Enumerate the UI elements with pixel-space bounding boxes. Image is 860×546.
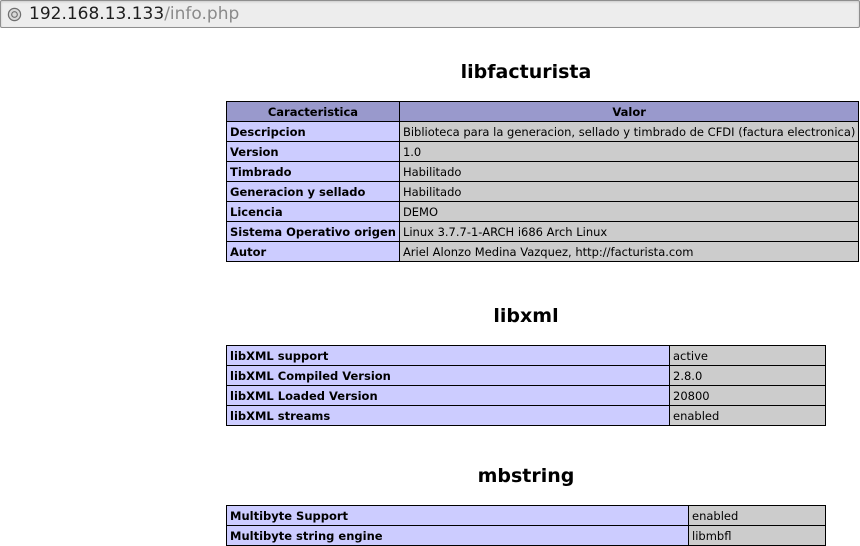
url-host: 192.168.13.133 [29, 4, 165, 24]
row-value: Linux 3.7.7-1-ARCH i686 Arch Linux [398, 221, 860, 242]
section-title-libfacturista: libfacturista [460, 61, 592, 83]
row-key: libXML streams [226, 405, 670, 426]
row-value: 1.0 [398, 141, 860, 162]
mbstring-table: Multibyte Support enabled Multibyte stri… [226, 505, 826, 546]
table-header-row: Caracteristica Valor [226, 101, 860, 122]
table-row: Version 1.0 [226, 141, 860, 162]
row-key: Descripcion [226, 121, 400, 142]
row-key: Autor [226, 241, 400, 262]
table-row: Descripcion Biblioteca para la generacio… [226, 121, 860, 142]
libfacturista-table: Caracteristica Valor Descripcion Bibliot… [226, 101, 860, 262]
libxml-table: libXML support active libXML Compiled Ve… [226, 345, 826, 426]
table-row: Sistema Operativo origen Linux 3.7.7-1-A… [226, 221, 860, 242]
row-value: Biblioteca para la generacion, sellado y… [398, 121, 860, 142]
url-path: /info.php [164, 4, 240, 24]
table-row: Generacion y sellado Habilitado [226, 181, 860, 202]
row-key: Licencia [226, 201, 400, 222]
section-title-libxml: libxml [493, 305, 559, 327]
row-value: 2.8.0 [669, 365, 826, 386]
table-row: libXML streams enabled [226, 405, 826, 426]
globe-icon [7, 7, 22, 22]
row-key: libXML Compiled Version [226, 365, 670, 386]
row-value: Habilitado [398, 181, 860, 202]
column-header: Valor [398, 101, 860, 122]
row-value: 20800 [669, 385, 826, 406]
row-value: DEMO [398, 201, 860, 222]
row-key: Version [226, 141, 400, 162]
table-row: libXML support active [226, 345, 826, 366]
table-row: Multibyte Support enabled [226, 505, 826, 526]
column-header: Caracteristica [226, 101, 400, 122]
table-row: libXML Compiled Version 2.8.0 [226, 365, 826, 386]
table-row: Autor Ariel Alonzo Medina Vazquez, http:… [226, 241, 860, 262]
row-key: Multibyte Support [226, 505, 689, 526]
row-key: Timbrado [226, 161, 400, 182]
row-key: Generacion y sellado [226, 181, 400, 202]
row-value: enabled [688, 505, 826, 526]
row-value: enabled [669, 405, 826, 426]
table-row: Licencia DEMO [226, 201, 860, 222]
table-row: libXML Loaded Version 20800 [226, 385, 826, 406]
row-key: libXML Loaded Version [226, 385, 670, 406]
row-value: Habilitado [398, 161, 860, 182]
row-value: active [669, 345, 826, 366]
row-key: Sistema Operativo origen [226, 221, 400, 242]
url-text[interactable]: 192.168.13.133/info.php [29, 4, 239, 24]
address-bar[interactable]: 192.168.13.133/info.php [0, 0, 860, 28]
row-value: Ariel Alonzo Medina Vazquez, http://fact… [398, 241, 860, 262]
row-value: libmbfl [688, 525, 826, 546]
row-key: libXML support [226, 345, 670, 366]
table-row: Timbrado Habilitado [226, 161, 860, 182]
table-row: Multibyte string engine libmbfl [226, 525, 826, 546]
section-title-mbstring: mbstring [477, 465, 575, 487]
row-key: Multibyte string engine [226, 525, 689, 546]
